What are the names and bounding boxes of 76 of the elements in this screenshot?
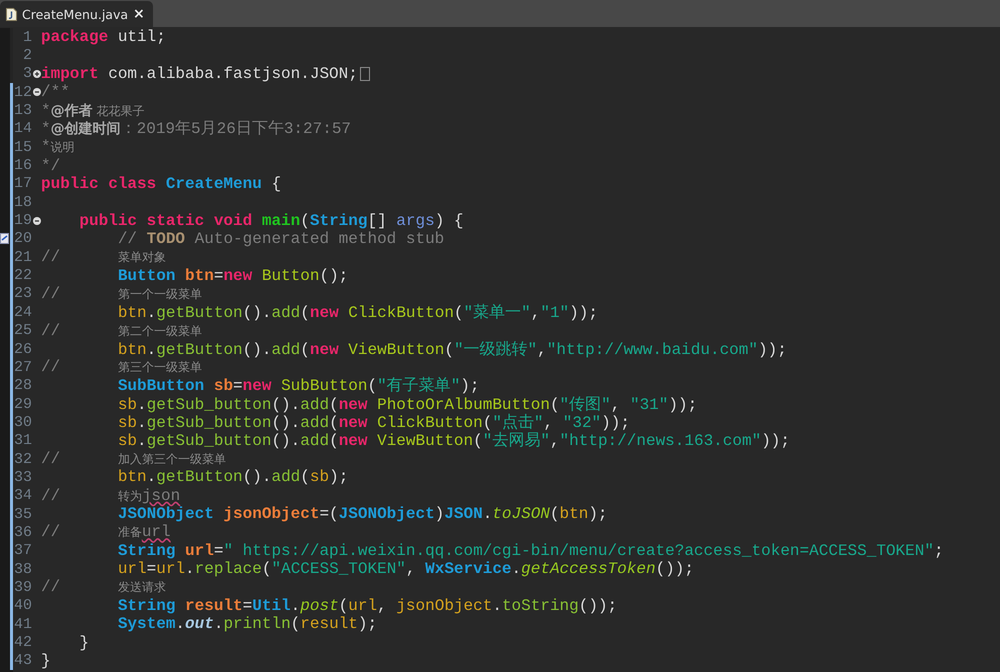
line-number: 26 [13, 340, 32, 358]
line-number: 34 [13, 487, 32, 504]
line-number: 25 [13, 322, 32, 340]
code-line: *@创建时间：2019年5月26日下午3:27:57 [41, 119, 352, 139]
java-file-icon [6, 8, 17, 20]
code-line: // 准备url [41, 523, 171, 542]
code-line: // TODO Auto-generated method stub [116, 230, 444, 248]
expand-icon[interactable] [32, 70, 40, 78]
code-line: // 第三个一级菜单 [41, 358, 202, 376]
code-line: *说明 [41, 138, 75, 156]
line-number: 39 [13, 578, 32, 596]
line-number: 17 [13, 175, 32, 192]
code-line: sb.getSub_button().add(new ViewButton("去网易","http://news.163.com")); [116, 430, 790, 452]
code-line: import com.alibaba.fastjson.JSON; [41, 64, 358, 83]
line-number: 21 [13, 248, 32, 266]
code-line: package util; [41, 28, 166, 46]
line-number: 18 [13, 194, 32, 211]
line-number: 43 [13, 652, 32, 670]
code-line: // 转为json [41, 486, 180, 505]
line-number: 37 [13, 542, 32, 560]
code-line: // 发送请求 [41, 578, 166, 596]
line-number: 20 [13, 230, 32, 248]
line-number: 27 [13, 358, 32, 376]
line-number: 3 [22, 65, 32, 82]
line-number: 15 [13, 138, 32, 156]
line-number: 36 [13, 524, 32, 541]
code-line: // 第二个一级菜单 [41, 322, 202, 340]
line-number: 42 [13, 634, 32, 652]
code-line: public class CreateMenu { [41, 174, 282, 193]
folded-code-icon[interactable] [360, 66, 370, 81]
line-number: 22 [13, 267, 32, 284]
line-number: 12 [13, 84, 32, 101]
line-number: 2 [22, 47, 32, 64]
line-number: 32 [13, 450, 32, 468]
close-button[interactable]: × [133, 7, 145, 21]
line-number: 29 [13, 396, 32, 413]
code-line: sb.getSub_button().add(new PhotoOrAlbumButton("传图", "31")); [116, 394, 698, 414]
code-line: */ [41, 156, 60, 175]
code-line: } [41, 652, 51, 670]
code-line: sb.getSub_button().add(new ClickButton("点击", "32")); [116, 412, 630, 432]
line-number: 1 [22, 28, 32, 46]
line-number: 40 [13, 597, 32, 614]
line-number: 28 [13, 377, 32, 394]
code-line: // 菜单对象 [41, 248, 166, 266]
line-number: 30 [13, 414, 32, 431]
line-number: 13 [13, 102, 32, 120]
editor-tab[interactable]: CreateMenu.java × [0, 1, 153, 27]
code-line: btn.getButton().add(new ViewButton("一级跳转","http://www.baidu.com")); [116, 340, 787, 360]
code-line: btn.getButton().add(sb); [116, 468, 348, 486]
line-number: 31 [13, 432, 32, 450]
code-line: String result=Util.post(url, jsonObject.toString()); [116, 596, 618, 615]
code-line: /** [41, 83, 70, 102]
line-number: 19 [13, 212, 32, 230]
code-line: SubButton sb=new SubButton("有子菜单"); [116, 376, 480, 396]
code-line: System.out.println(result); [116, 615, 378, 634]
line-number: 24 [13, 304, 32, 321]
code-line: } [78, 634, 90, 652]
line-number: 16 [13, 157, 32, 174]
code-line: JSONObject jsonObject=(JSONObject)JSON.toJSON(btn); [116, 505, 608, 524]
code-line: Button btn=new Button(); [116, 266, 348, 285]
code-line: public static void main(String[] args) { [78, 212, 464, 230]
code-line: String url=" https://api.weixin.qq.com/cgi-bin/menu/create?access_token=ACCESS_TOKEN"; [116, 542, 944, 560]
line-number: 41 [13, 616, 32, 633]
line-number: 33 [13, 468, 32, 486]
code-line: *@作者 花花果子 [41, 102, 144, 120]
line-number: 35 [13, 506, 32, 523]
line-number: 23 [13, 285, 32, 302]
collapse-icon[interactable] [32, 88, 40, 96]
code-line: url=url.replace("ACCESS_TOKEN", WxService.getAccessToken()); [116, 560, 694, 578]
code-line: btn.getButton().add(new ClickButton("菜单一","1")); [116, 302, 598, 323]
task-icon[interactable] [0, 233, 9, 244]
code-line: // 第一个一级菜单 [41, 284, 202, 303]
collapse-icon[interactable] [32, 216, 40, 225]
code-line: // 加入第三个一级菜单 [41, 450, 226, 468]
line-number: 14 [13, 120, 32, 138]
line-number: 38 [13, 560, 32, 578]
